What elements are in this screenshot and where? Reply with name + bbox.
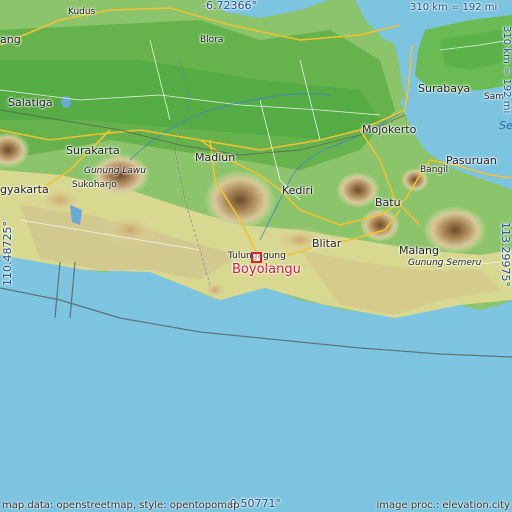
scale-horizontal: 310 km = 192 mi xyxy=(410,2,498,13)
label-mojokerto: Mojokerto xyxy=(362,123,417,136)
label-gunung-semeru: Gunung Semeru xyxy=(408,258,482,268)
label-sukoharjo: Sukoharjo xyxy=(72,180,117,190)
label-madiun: Madiun xyxy=(195,151,236,164)
label-surakarta: Surakarta xyxy=(66,144,120,157)
label-jang: ang xyxy=(0,33,21,46)
coord-right: 113.29975° xyxy=(499,222,512,287)
label-yogyakarta: gyakarta xyxy=(0,183,49,196)
attribution-left: map data: openstreetmap, style: opentopo… xyxy=(2,500,240,511)
coord-top: -6.72366° xyxy=(202,0,257,12)
label-bangil: Bangil xyxy=(420,165,449,175)
label-kediri: Kediri xyxy=(282,184,314,197)
label-gunung-lawu: Gunung Lawu xyxy=(84,166,146,176)
label-batu: Batu xyxy=(375,196,401,209)
label-se: Se xyxy=(499,119,512,132)
marker-label[interactable]: Boyolangu xyxy=(232,262,301,277)
map-canvas[interactable]: Kudus Blora Salatiga Surabaya Mojokerto … xyxy=(0,0,512,512)
label-surabaya: Surabaya xyxy=(418,82,471,95)
label-salatiga: Salatiga xyxy=(8,96,53,109)
attribution-right: image proc.: elevation.city xyxy=(376,500,511,511)
label-kudus: Kudus xyxy=(68,7,96,17)
label-blora: Blora xyxy=(200,35,224,45)
scale-vertical: 310 km = 192 mi xyxy=(501,26,512,114)
label-pasuruan: Pasuruan xyxy=(446,154,497,167)
label-malang: Malang xyxy=(399,244,439,257)
label-blitar: Blitar xyxy=(312,237,342,250)
coord-left: 110.48725° xyxy=(1,221,14,286)
